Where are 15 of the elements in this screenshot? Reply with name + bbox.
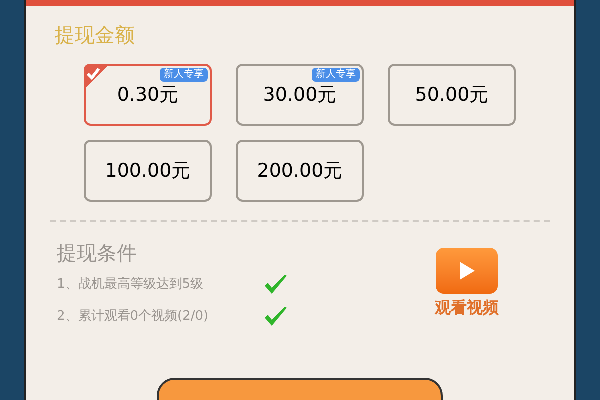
amount-option[interactable]: 50.00元 <box>388 64 516 126</box>
play-video-button[interactable] <box>436 248 498 294</box>
amount-option[interactable]: 200.00元 <box>236 140 364 202</box>
video-button-label: 观看视频 <box>435 297 499 319</box>
new-user-badge: 新人专享 <box>312 68 360 82</box>
section-title: 提现金额 <box>55 22 135 48</box>
new-user-badge: 新人专享 <box>160 68 208 82</box>
amount-option[interactable]: 100.00元 <box>84 140 212 202</box>
section-title: 提现条件 <box>57 240 138 266</box>
condition-text: 1、战机最高等级达到5级 <box>57 276 205 294</box>
amount-option[interactable]: 新人专享 30.00元 <box>236 64 364 126</box>
selected-corner-icon <box>84 64 110 90</box>
condition-text: 2、累计观看0个视频(2/0) <box>57 308 210 326</box>
amount-option[interactable]: 新人专享 0.30元 <box>84 64 212 126</box>
play-icon <box>458 261 476 281</box>
